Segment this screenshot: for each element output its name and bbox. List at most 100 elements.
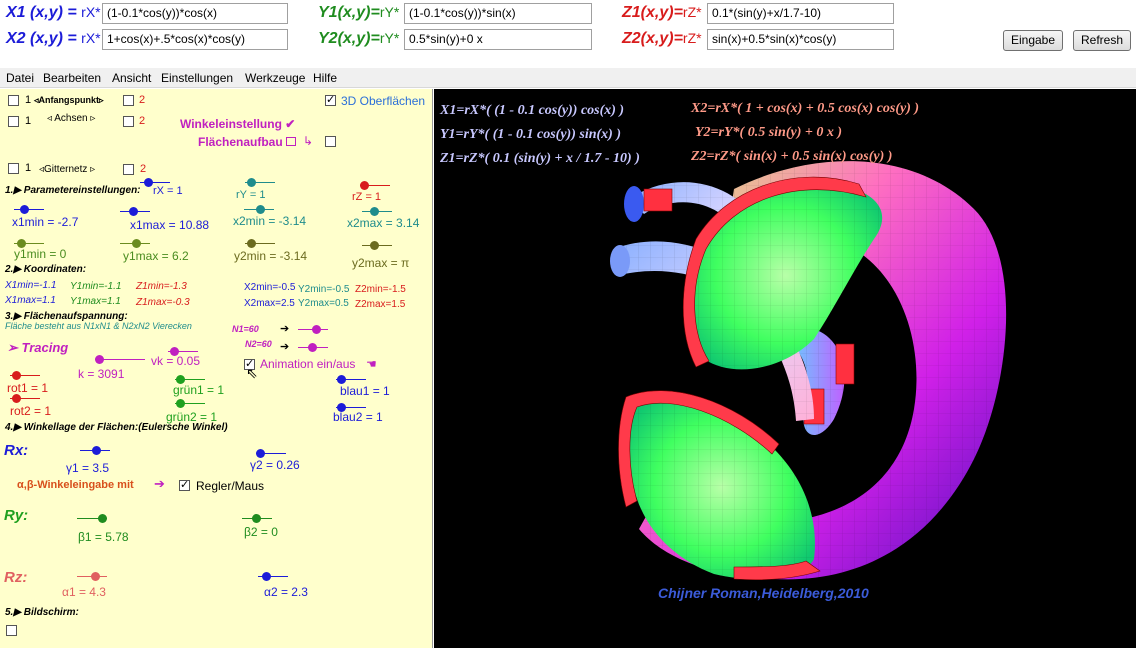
render-canvas[interactable]: X1=rX*( (1 - 0.1 cos(y)) cos(x) ) Y1=rY*… <box>434 89 1136 648</box>
coord-y2min: Y2min=-0.5 <box>298 284 350 295</box>
achsen-1-checkbox[interactable] <box>8 116 19 127</box>
alpha1-slider-knob[interactable] <box>91 572 100 581</box>
mouse-cursor-icon: ⇖ <box>246 365 258 381</box>
gamma1-slider-knob[interactable] <box>92 446 101 455</box>
menu-hilfe[interactable]: Hilfe <box>313 71 337 85</box>
anfangspunkt-1-label: 1 <box>25 94 32 106</box>
y1-input[interactable]: (1-0.1*cos(y))*sin(x) <box>404 3 592 24</box>
x2-input[interactable]: 1+cos(x)+.5*cos(x)*cos(y) <box>102 29 288 50</box>
ry-slider-knob[interactable] <box>247 178 256 187</box>
n2-value: N2=60 <box>245 339 272 349</box>
rot2-slider-knob[interactable] <box>12 394 21 403</box>
blau1-slider-knob[interactable] <box>337 375 346 384</box>
menu-bearbeiten[interactable]: Bearbeiten <box>43 71 101 85</box>
beta1-slider-knob[interactable] <box>98 514 107 523</box>
equation-x2: X2=rX*( 1 + cos(x) + 0.5 cos(x) cos(y) ) <box>691 101 920 116</box>
achsen-1-label: 1 <box>25 115 32 127</box>
flaechenaufbau-label: Flächenaufbau <box>198 135 283 149</box>
regler-label: Regler/Maus <box>196 479 265 493</box>
x2max-slider-knob[interactable] <box>370 207 379 216</box>
menu-ansicht[interactable]: Ansicht <box>112 71 151 85</box>
function-input-bar: X1 (x,y) = rX* (1-0.1*cos(y))*cos(x) Y1(… <box>0 0 1136 68</box>
gruen1-value: grün1 = 1 <box>173 383 225 397</box>
gamma2-slider-knob[interactable] <box>256 449 265 458</box>
coord-y1max: Y1max=1.1 <box>70 296 121 307</box>
equation-y2: Y2=rY*( 0.5 sin(y) + 0 x ) <box>695 125 842 140</box>
menu-einstellungen[interactable]: Einstellungen <box>161 71 233 85</box>
z2-input[interactable]: sin(x)+0.5*sin(x)*cos(y) <box>707 29 894 50</box>
rot1-slider-knob[interactable] <box>12 371 21 380</box>
y2max-slider-knob[interactable] <box>370 241 379 250</box>
achsen-label: ◃ Achsen ▹ <box>47 113 96 124</box>
n1-slider-knob[interactable] <box>312 325 321 334</box>
refresh-button[interactable]: Refresh <box>1073 30 1131 51</box>
menu-bar: Datei Bearbeiten Ansicht Einstellungen W… <box>0 68 1136 88</box>
y1-label: Y1(x,y)=rY* <box>318 4 400 21</box>
coord-z2min: Z2min=-1.5 <box>355 284 406 295</box>
x2max-value: x2max = 3.14 <box>347 216 420 230</box>
gitternetz-1-checkbox[interactable] <box>8 163 19 174</box>
settings-panel: 1 ◃Anfangspunkt▹ 2 3D Oberflächen 1 ◃ Ac… <box>0 89 433 648</box>
gamma1-value: γ1 = 3.5 <box>66 461 110 475</box>
z1-label: Z1(x,y)=rZ* <box>622 4 702 21</box>
section-bildschirm-title: 5.▶ Bildschirm: <box>5 607 79 618</box>
menu-datei[interactable]: Datei <box>6 71 34 85</box>
lower-cap <box>618 390 821 581</box>
gamma2-value: γ2 = 0.26 <box>250 458 300 472</box>
menu-werkzeuge[interactable]: Werkzeuge <box>245 71 305 85</box>
alpha2-slider-knob[interactable] <box>262 572 271 581</box>
coord-z1max: Z1max=-0.3 <box>136 297 190 308</box>
rz-value: rZ = 1 <box>352 191 382 203</box>
k-slider-knob[interactable] <box>95 355 104 364</box>
gruen2-slider-knob[interactable] <box>176 399 185 408</box>
flaechenaufbau-checkbox[interactable] <box>325 136 336 147</box>
hand-pointer-icon: ☚ <box>366 357 377 371</box>
k-value: k = 3091 <box>78 367 125 381</box>
oberflaechen-checkbox[interactable] <box>325 93 336 106</box>
n2-slider-knob[interactable] <box>308 343 317 352</box>
y1max-slider-knob[interactable] <box>132 239 141 248</box>
coord-y2max: Y2max=0.5 <box>298 298 349 309</box>
x1max-slider-knob[interactable] <box>129 207 138 216</box>
y2min-slider-knob[interactable] <box>247 239 256 248</box>
animation-label: Animation ein/aus <box>260 357 356 371</box>
rot1-value: rot1 = 1 <box>7 381 49 395</box>
oberflaechen-label: 3D Oberflächen <box>341 94 426 108</box>
gitternetz-2-label: 2 <box>140 163 147 175</box>
rz-slider-knob[interactable] <box>360 181 369 190</box>
rot2-value: rot2 = 1 <box>10 404 52 418</box>
rx-slider-knob[interactable] <box>144 178 153 187</box>
x1min-slider[interactable] <box>14 209 44 210</box>
vk-value: vk = 0.05 <box>151 354 201 368</box>
beta2-slider-knob[interactable] <box>252 514 261 523</box>
x1-label: X1 (x,y) = rX* <box>6 4 101 21</box>
section-winkellage-title: 4.▶ Winkellage der Flächen:(Eulersche Wi… <box>5 422 228 433</box>
achsen-2-checkbox[interactable] <box>123 116 134 127</box>
achsen-2-label: 2 <box>139 115 146 127</box>
anfangspunkt-1-checkbox[interactable] <box>8 95 19 106</box>
gitternetz-label: ◃Gitternetz ▹ <box>39 164 96 175</box>
winkeleinstellung-label[interactable]: Winkeleinstellung ✔ <box>180 117 295 131</box>
beta2-value: β2 = 0 <box>244 525 278 539</box>
coord-z1min: Z1min=-1.3 <box>136 281 187 292</box>
bildschirm-checkbox[interactable] <box>6 625 17 636</box>
x2min-slider-knob[interactable] <box>256 205 265 214</box>
n1-arrow-icon: ➔ <box>280 323 290 335</box>
x2-label: X2 (x,y) = rX* <box>6 30 101 47</box>
eingabe-button[interactable]: Eingabe <box>1003 30 1063 51</box>
x1-input[interactable]: (1-0.1*cos(y))*cos(x) <box>102 3 288 24</box>
regler-checkbox[interactable] <box>179 478 190 491</box>
y1max-value: y1max = 6.2 <box>123 249 189 263</box>
anfangspunkt-2-checkbox[interactable] <box>123 95 134 106</box>
gitternetz-2-checkbox[interactable] <box>123 164 134 175</box>
y2-input[interactable]: 0.5*sin(y)+0 x <box>404 29 592 50</box>
n2-arrow-icon: ➔ <box>280 341 290 353</box>
x1min-slider-knob[interactable] <box>20 205 29 214</box>
blau1-value: blau1 = 1 <box>340 384 390 398</box>
tracing-label[interactable]: ➢ Tracing <box>7 340 68 356</box>
ab-arrow-icon: ➔ <box>154 476 165 491</box>
n1-value: N1=60 <box>232 324 259 334</box>
anfangspunkt-label: ◃Anfangspunkt▹ <box>34 95 104 105</box>
z1-input[interactable]: 0.1*(sin(y)+x/1.7-10) <box>707 3 894 24</box>
surface-render[interactable] <box>434 89 1136 648</box>
